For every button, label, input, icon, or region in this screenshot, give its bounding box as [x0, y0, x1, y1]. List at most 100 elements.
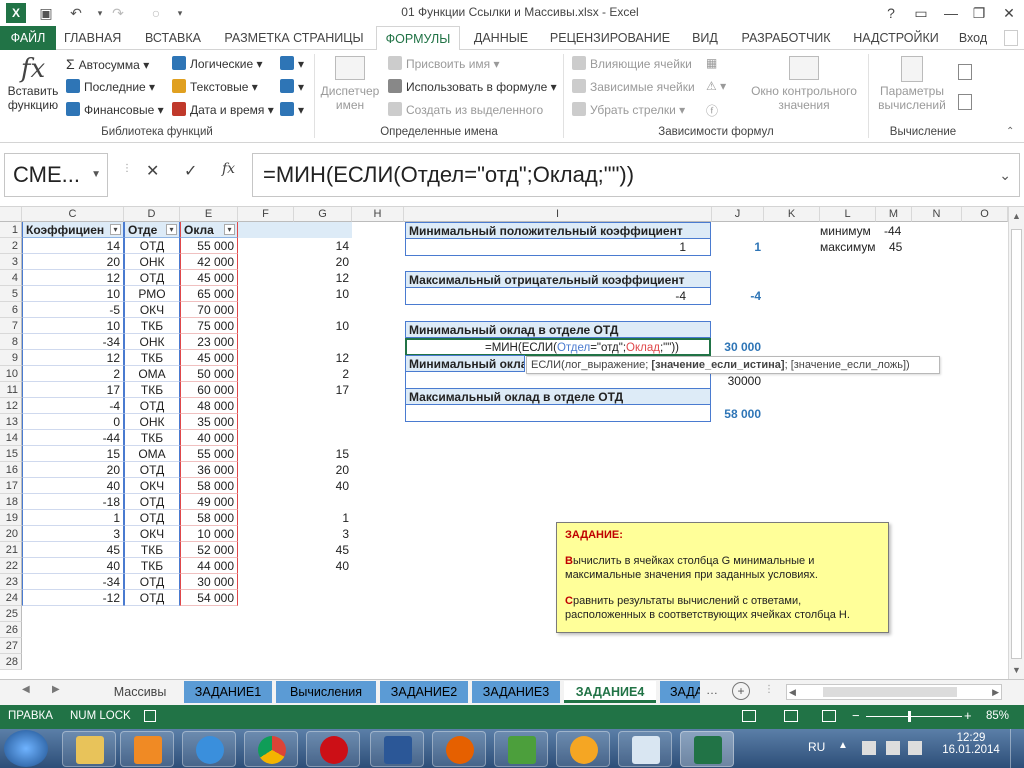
explorer-taskbar-icon[interactable]	[62, 731, 116, 767]
column-header[interactable]: I	[404, 207, 712, 222]
column-header[interactable]: K	[764, 207, 820, 222]
cell-g-result[interactable]	[294, 414, 352, 430]
opera-taskbar-icon[interactable]	[306, 731, 360, 767]
cell-coefficient[interactable]: -12	[22, 590, 124, 606]
zoom-slider-thumb[interactable]	[908, 711, 911, 722]
cell-coefficient[interactable]: -4	[22, 398, 124, 414]
undo-icon[interactable]: ↶	[66, 4, 86, 22]
tab-review[interactable]: РЕЦЕНЗИРОВАНИЕ	[542, 26, 678, 50]
cell-department[interactable]: ОКЧ	[124, 302, 180, 318]
normal-view-icon[interactable]	[742, 710, 756, 722]
column-header[interactable]: J	[712, 207, 764, 222]
row-header[interactable]: 12	[0, 398, 22, 414]
sheet-tab-zadanie4[interactable]: ЗАДАНИЕ4	[564, 681, 656, 703]
cell-coefficient[interactable]: 15	[22, 446, 124, 462]
value-max[interactable]: 45	[889, 239, 919, 255]
cell-coefficient[interactable]: 10	[22, 318, 124, 334]
cell-coefficient[interactable]: 1	[22, 510, 124, 526]
sheet-tab-zadanie5[interactable]: ЗАДА	[660, 681, 700, 703]
touch-mode-icon[interactable]: ○	[146, 4, 166, 22]
sign-in-link[interactable]: Вход	[950, 26, 996, 50]
remove-arrows-button[interactable]: Убрать стрелки ▾	[572, 102, 685, 117]
answer-j5[interactable]: -4	[712, 288, 764, 304]
column-header[interactable]: D	[124, 207, 180, 222]
flag-icon[interactable]	[908, 741, 922, 755]
trace-precedents-button[interactable]: Влияющие ячейки	[572, 56, 692, 71]
cell-department[interactable]: ОТД	[124, 462, 180, 478]
row-header[interactable]: 11	[0, 382, 22, 398]
name-manager-button[interactable]: Диспетчер имен	[318, 56, 382, 112]
sheet-tab-zadanie1[interactable]: ЗАДАНИЕ1	[184, 681, 272, 703]
chrome-taskbar-icon[interactable]	[244, 731, 298, 767]
column-header[interactable]: F	[238, 207, 294, 222]
sheet-tab-vychisleniya[interactable]: Вычисления	[276, 681, 376, 703]
clock[interactable]: 12:29 16.01.2014	[940, 732, 1002, 756]
excel-taskbar-icon[interactable]	[680, 731, 734, 767]
cell-salary[interactable]: 65 000	[180, 286, 238, 302]
answer-j12[interactable]: 58 000	[712, 406, 764, 422]
zoom-out-icon[interactable]: −	[852, 708, 860, 723]
minimize-button[interactable]: —	[936, 2, 966, 24]
name-box[interactable]: СМЕ... ▼	[4, 153, 108, 197]
active-cell-edit[interactable]: =МИН(ЕСЛИ(Отдел="отд";Оклад;""))	[405, 338, 711, 356]
horizontal-scroll-thumb[interactable]	[823, 687, 957, 697]
prev-sheet-icon[interactable]: ◀	[22, 684, 30, 695]
windows-start-icon[interactable]	[4, 730, 48, 767]
tab-file[interactable]: ФАЙЛ	[0, 26, 56, 50]
box-max-salary-value[interactable]	[405, 405, 711, 422]
column-header[interactable]: H	[352, 207, 404, 222]
insert-function-icon[interactable]: fx	[222, 161, 235, 177]
box-min-positive-value[interactable]: 1	[405, 239, 711, 256]
cell-coefficient[interactable]: 12	[22, 350, 124, 366]
error-checking-icon[interactable]: ⚠ ▾	[706, 79, 726, 93]
cell-coefficient[interactable]: 45	[22, 542, 124, 558]
calculate-now-icon[interactable]	[958, 64, 972, 80]
add-sheet-icon[interactable]: +	[732, 682, 750, 700]
table-header-e[interactable]: Окла ▾	[180, 222, 238, 238]
cell-g-result[interactable]: 40	[294, 558, 352, 574]
cell-coefficient[interactable]: -18	[22, 494, 124, 510]
column-header[interactable]: M	[876, 207, 912, 222]
cell-salary[interactable]: 44 000	[180, 558, 238, 574]
cell-g-result[interactable]: 3	[294, 526, 352, 542]
value-min[interactable]: -44	[884, 223, 914, 239]
tab-splitter-icon[interactable]: ⋮	[764, 684, 774, 695]
cell-department[interactable]: ТКБ	[124, 350, 180, 366]
tab-home[interactable]: ГЛАВНАЯ	[64, 26, 124, 50]
cell-salary[interactable]: 58 000	[180, 510, 238, 526]
cell-g-result[interactable]	[294, 398, 352, 414]
row-header[interactable]: 14	[0, 430, 22, 446]
cell-g-result[interactable]	[294, 494, 352, 510]
column-header[interactable]: G	[294, 207, 352, 222]
cell-salary[interactable]: 30 000	[180, 574, 238, 590]
define-name-button[interactable]: Присвоить имя ▾	[388, 56, 500, 71]
row-header[interactable]: 7	[0, 318, 22, 334]
column-header[interactable]: C	[22, 207, 124, 222]
scroll-up-icon[interactable]: ▲	[1012, 211, 1021, 221]
expand-formula-bar-icon[interactable]: ⌄	[999, 154, 1011, 196]
row-header[interactable]: 17	[0, 478, 22, 494]
more-fn-button[interactable]: ▾	[280, 102, 304, 117]
cell-salary[interactable]: 75 000	[180, 318, 238, 334]
restore-button[interactable]: ❐	[964, 2, 994, 24]
cell-salary[interactable]: 50 000	[180, 366, 238, 382]
cell-coefficient[interactable]: -34	[22, 574, 124, 590]
column-header[interactable]: N	[912, 207, 962, 222]
enter-icon[interactable]: ✓	[184, 161, 197, 181]
cell-department[interactable]: ТКБ	[124, 558, 180, 574]
page-layout-view-icon[interactable]	[784, 710, 798, 722]
cell-coefficient[interactable]: 12	[22, 270, 124, 286]
cell-g-result[interactable]: 10	[294, 318, 352, 334]
cell-department[interactable]: ОТД	[124, 590, 180, 606]
ribbon-display-button[interactable]: ▭	[906, 2, 936, 24]
cell-salary[interactable]: 42 000	[180, 254, 238, 270]
ie-taskbar-icon[interactable]	[182, 731, 236, 767]
row-header[interactable]: 10	[0, 366, 22, 382]
zoom-level[interactable]: 85%	[986, 710, 1009, 722]
cell-department[interactable]: ОМА	[124, 366, 180, 382]
row-header[interactable]: 19	[0, 510, 22, 526]
show-formulas-icon[interactable]: ▦	[706, 56, 717, 70]
vertical-scrollbar[interactable]: ▲ ▼	[1008, 207, 1024, 679]
media-player-taskbar-icon[interactable]	[120, 731, 174, 767]
select-all-corner[interactable]	[0, 207, 22, 222]
